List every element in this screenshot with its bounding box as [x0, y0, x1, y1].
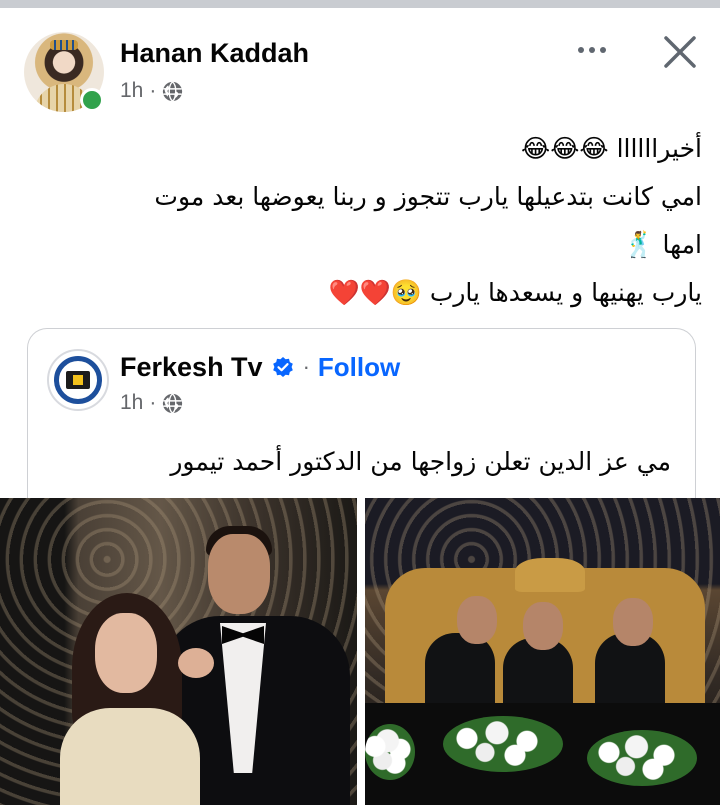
more-options-icon[interactable] — [570, 33, 614, 67]
photo-couple[interactable] — [0, 498, 357, 805]
shared-page-header: Ferkesh Tv · Follow — [120, 349, 400, 385]
online-status-dot — [80, 88, 104, 112]
page-name[interactable]: Ferkesh Tv — [120, 352, 263, 383]
post-text-line: يارب يهنيها و يسعدها يارب 🥹❤️❤️ — [328, 278, 702, 307]
verified-badge-icon — [272, 357, 293, 377]
globe-icon[interactable] — [162, 80, 183, 102]
post-header: Hanan Kaddah 1h · — [0, 8, 720, 113]
avatar-crown — [50, 40, 78, 50]
shared-post-time[interactable]: 1h — [120, 391, 143, 415]
post-time[interactable]: 1h — [120, 79, 143, 103]
meta-separator: · — [149, 79, 157, 102]
film-icon — [66, 371, 90, 389]
post-body: أخيراااااا 😂😂😂 امي كانت بتدعيلها يارب تت… — [40, 125, 702, 317]
top-divider — [0, 0, 720, 8]
shared-post-text: مي عز الدين تعلن زواجها من الدكتور أحمد … — [170, 447, 671, 476]
photo-contract-signing[interactable] — [365, 498, 720, 805]
post-text-line: امي كانت بتدعيلها يارب تتجوز و ربنا يعوض… — [154, 182, 702, 211]
author-name[interactable]: Hanan Kaddah — [120, 38, 309, 69]
follow-separator: · — [302, 354, 310, 379]
follow-button[interactable]: Follow — [318, 352, 400, 383]
post-text-line: امها 🕺 — [623, 230, 702, 259]
photo-grid — [0, 498, 720, 805]
page-avatar[interactable] — [47, 349, 109, 411]
shared-post-meta: 1h · — [120, 390, 183, 416]
page-logo-ring — [54, 356, 102, 404]
globe-icon[interactable] — [162, 392, 183, 414]
post-text-line: أخيراااااا 😂😂😂 — [521, 134, 702, 163]
post-meta: 1h · — [120, 78, 183, 104]
meta-separator: · — [149, 391, 157, 414]
close-icon[interactable] — [658, 30, 702, 74]
shared-post-card[interactable]: Ferkesh Tv · Follow 1h · مي عز الدين تعل… — [27, 328, 696, 510]
